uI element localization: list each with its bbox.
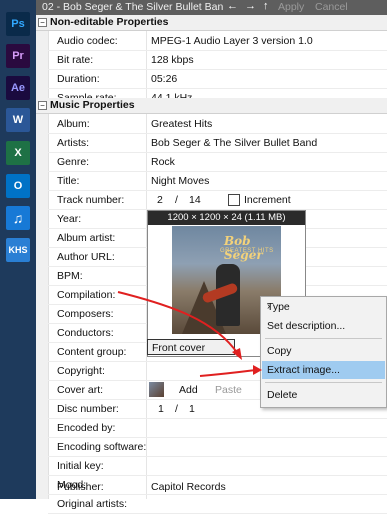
prop-value: 05:26 (151, 73, 178, 85)
cover-subtitle: GREATEST HITS (220, 248, 274, 254)
prop-label: Track number: (57, 194, 125, 206)
prop-row: Duration: 05:26 (48, 70, 387, 89)
menu-item-copy[interactable]: Copy (262, 342, 385, 360)
prop-row-publisher[interactable]: Publisher: Capitol Records (48, 478, 387, 496)
context-menu: Type › Set description... Copy Extract i… (260, 296, 387, 408)
prop-label: Conductors: (57, 327, 114, 339)
app-dock: Ps Pr Ae W X O ♫ KHS (0, 0, 36, 499)
prop-label: Composers: (57, 308, 114, 320)
prop-value: 128 kbps (151, 54, 194, 66)
track-number-input[interactable]: 2 (157, 194, 163, 206)
front-cover-type-label[interactable]: Front cover (147, 339, 235, 355)
menu-item-label: Copy (267, 345, 292, 357)
prop-label: Audio codec: (57, 35, 118, 47)
khs-icon[interactable]: KHS (6, 238, 30, 262)
photoshop-icon[interactable]: Ps (6, 12, 30, 36)
prop-row-encoding-software[interactable]: Encoding software: (48, 438, 387, 457)
image-dimensions-caption: 1200 × 1200 × 24 (1.11 MB) (148, 211, 305, 225)
prop-label: Compilation: (57, 289, 116, 301)
prop-label: Bit rate: (57, 54, 94, 66)
premiere-icon[interactable]: Pr (6, 44, 30, 68)
prop-label: BPM: (57, 270, 83, 282)
section-title: Music Properties (50, 99, 135, 111)
word-icon[interactable]: W (6, 108, 30, 132)
prop-value: MPEG-1 Audio Layer 3 version 1.0 (151, 35, 313, 47)
collapse-icon[interactable]: − (38, 18, 47, 27)
prop-value[interactable]: Greatest Hits (151, 118, 212, 130)
outlook-icon[interactable]: O (6, 174, 30, 198)
section-music[interactable]: − Music Properties (36, 98, 387, 114)
prop-label: Disc number: (57, 403, 119, 415)
prop-row-album[interactable]: Album: Greatest Hits (48, 115, 387, 134)
up-arrow-icon[interactable]: ↑ (263, 0, 269, 12)
cancel-button[interactable]: Cancel (315, 1, 348, 13)
collapse-icon[interactable]: − (38, 101, 47, 110)
prop-label: Title: (57, 175, 80, 187)
prop-row-encoded-by[interactable]: Encoded by: (48, 419, 387, 438)
prop-label: Artists: (57, 137, 90, 149)
prop-row-genre[interactable]: Genre: Rock (48, 153, 387, 172)
prop-row-title[interactable]: Title: Night Moves (48, 172, 387, 191)
disc-total-input[interactable]: 1 (189, 403, 195, 415)
menu-item-set-description[interactable]: Set description... (262, 317, 385, 335)
prop-row: Bit rate: 128 kbps (48, 51, 387, 70)
prop-row-track: Track number: 2 / 14 Increment (48, 191, 387, 210)
prop-label: Initial key: (57, 460, 104, 472)
itunes-icon[interactable]: ♫ (6, 206, 30, 230)
prop-row: Audio codec: MPEG-1 Audio Layer 3 versio… (48, 32, 387, 51)
section-non-editable[interactable]: − Non-editable Properties (36, 15, 387, 31)
cover-thumbnail[interactable] (149, 382, 164, 397)
increment-label: Increment (244, 194, 291, 206)
prop-value[interactable]: Bob Seger & The Silver Bullet Band (151, 137, 317, 149)
prop-label: Encoding software: (57, 441, 147, 453)
prop-value[interactable]: Capitol Records (151, 481, 226, 493)
prop-label: Album: (57, 118, 90, 130)
track-separator: / (175, 194, 178, 206)
window-titlebar: 02 - Bob Seger & The Silver Bullet Ban ←… (36, 0, 387, 15)
section-title: Non-editable Properties (50, 16, 169, 28)
prop-row-original-artists[interactable]: Original artists: (48, 495, 387, 514)
prop-row-initial-key[interactable]: Initial key: (48, 457, 387, 476)
paste-cover-button[interactable]: Paste (215, 384, 242, 396)
prop-label: Publisher: (57, 481, 104, 493)
menu-item-label: Delete (267, 389, 298, 401)
submenu-arrow-icon: › (267, 301, 271, 312)
prop-value[interactable]: Night Moves (151, 175, 209, 187)
apply-button[interactable]: Apply (278, 1, 304, 13)
prop-label: Album artist: (57, 232, 116, 244)
prop-label: Year: (57, 213, 82, 225)
disc-number-input[interactable]: 1 (158, 403, 164, 415)
prop-label: Copyright: (57, 365, 105, 377)
increment-checkbox[interactable] (228, 194, 240, 206)
add-cover-button[interactable]: Add (179, 384, 198, 396)
prop-label: Cover art: (57, 384, 104, 396)
disc-separator: / (175, 403, 178, 415)
menu-separator (265, 382, 382, 383)
menu-separator (265, 338, 382, 339)
prop-row-artists[interactable]: Artists: Bob Seger & The Silver Bullet B… (48, 134, 387, 153)
window-title: 02 - Bob Seger & The Silver Bullet Ban (42, 1, 224, 13)
menu-item-delete[interactable]: Delete (262, 386, 385, 404)
after-effects-icon[interactable]: Ae (6, 76, 30, 100)
prop-label: Original artists: (57, 498, 128, 510)
forward-arrow-icon[interactable]: → (245, 0, 256, 12)
prop-label: Encoded by: (57, 422, 116, 434)
back-arrow-icon[interactable]: ← (227, 0, 238, 12)
track-total-input[interactable]: 14 (189, 194, 201, 206)
menu-item-extract-image[interactable]: Extract image... (262, 361, 385, 379)
prop-label: Genre: (57, 156, 90, 168)
menu-item-label: Set description... (267, 320, 346, 332)
prop-label: Content group: (57, 346, 127, 358)
prop-value[interactable]: Rock (151, 156, 175, 168)
excel-icon[interactable]: X (6, 141, 30, 165)
menu-item-type[interactable]: Type › (262, 298, 385, 316)
prop-label: Author URL: (57, 251, 115, 263)
prop-label: Duration: (57, 73, 100, 85)
menu-item-label: Extract image... (267, 364, 340, 376)
